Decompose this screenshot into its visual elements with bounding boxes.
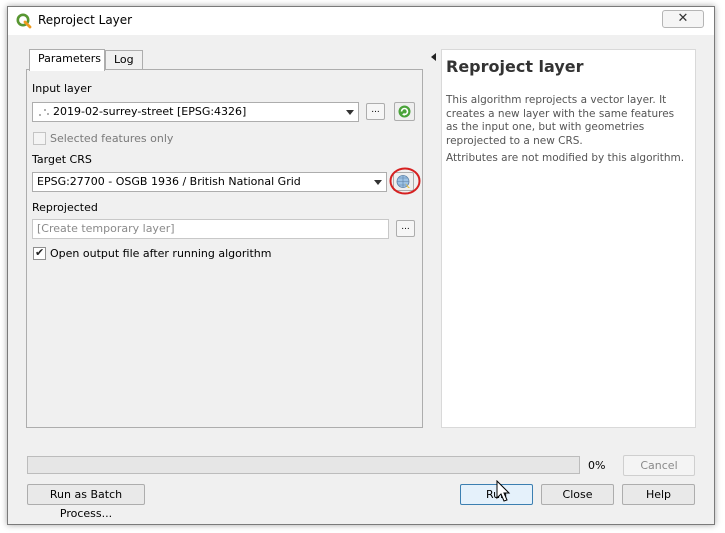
open-output-label: Open output file after running algorithm (50, 247, 272, 260)
reproject-layer-dialog: Reproject Layer ✕ Parameters Log Input l… (7, 6, 715, 525)
open-output-checkbox[interactable]: ✔ (33, 246, 46, 260)
parameters-panel: Parameters Log Input layer 2019-02-surre… (26, 47, 423, 428)
reprojected-output-input[interactable]: [Create temporary layer] (32, 219, 389, 239)
target-crs-combo[interactable]: EPSG:27700 - OSGB 1936 / British Nationa… (32, 172, 387, 192)
browse-ellipsis: ... (371, 105, 380, 115)
help-title: Reproject layer (446, 57, 584, 76)
selected-features-checkbox[interactable] (33, 132, 46, 145)
input-layer-combo[interactable]: 2019-02-surrey-street [EPSG:4326] (32, 102, 359, 122)
parameters-tab-content: Input layer 2019-02-surrey-street [EPSG:… (26, 69, 423, 428)
help-button[interactable]: Help (622, 484, 695, 505)
browse-ellipsis: ... (401, 222, 410, 232)
tab-log-label: Log (114, 53, 134, 66)
mouse-pointer-icon (496, 480, 511, 502)
target-crs-value: EPSG:27700 - OSGB 1936 / British Nationa… (37, 175, 301, 188)
point-layer-icon (39, 109, 49, 116)
progress-bar (27, 456, 580, 474)
tab-parameters-label: Parameters (38, 52, 101, 65)
cancel-button[interactable]: Cancel (623, 455, 695, 476)
close-icon: ✕ (677, 11, 689, 26)
reprojected-browse-button[interactable]: ... (396, 220, 415, 237)
collapse-panel-arrow-icon[interactable] (431, 53, 436, 61)
chevron-down-icon (374, 180, 382, 185)
iterate-icon (398, 105, 411, 118)
input-layer-label: Input layer (32, 82, 92, 95)
tab-parameters[interactable]: Parameters (29, 49, 105, 71)
highlight-circle-annotation (389, 167, 421, 195)
progress-percent: 0% (588, 459, 606, 472)
qgis-logo-icon (16, 13, 32, 29)
target-crs-label: Target CRS (32, 153, 92, 166)
window-title: Reproject Layer (38, 13, 133, 27)
tab-log[interactable]: Log (105, 50, 143, 70)
checkmark-icon: ✔ (35, 246, 45, 259)
input-layer-value: 2019-02-surrey-street [EPSG:4326] (53, 105, 247, 118)
help-attributes-note: Attributes are not modified by this algo… (446, 152, 685, 164)
iterate-over-layer-button[interactable] (394, 102, 415, 121)
close-button[interactable]: Close (541, 484, 614, 505)
input-layer-browse-button[interactable]: ... (366, 103, 385, 120)
chevron-down-icon (346, 110, 354, 115)
reprojected-label: Reprojected (32, 201, 98, 214)
run-as-batch-button[interactable]: Run as Batch Process... (27, 484, 145, 520)
help-description: This algorithm reprojects a vector layer… (446, 94, 675, 147)
close-window-button[interactable]: ✕ (662, 10, 704, 28)
reprojected-placeholder: [Create temporary layer] (37, 222, 175, 235)
selected-features-label: Selected features only (50, 132, 174, 145)
help-panel: Reproject layer This algorithm reproject… (441, 49, 696, 428)
title-bar: Reproject Layer ✕ (8, 7, 714, 35)
